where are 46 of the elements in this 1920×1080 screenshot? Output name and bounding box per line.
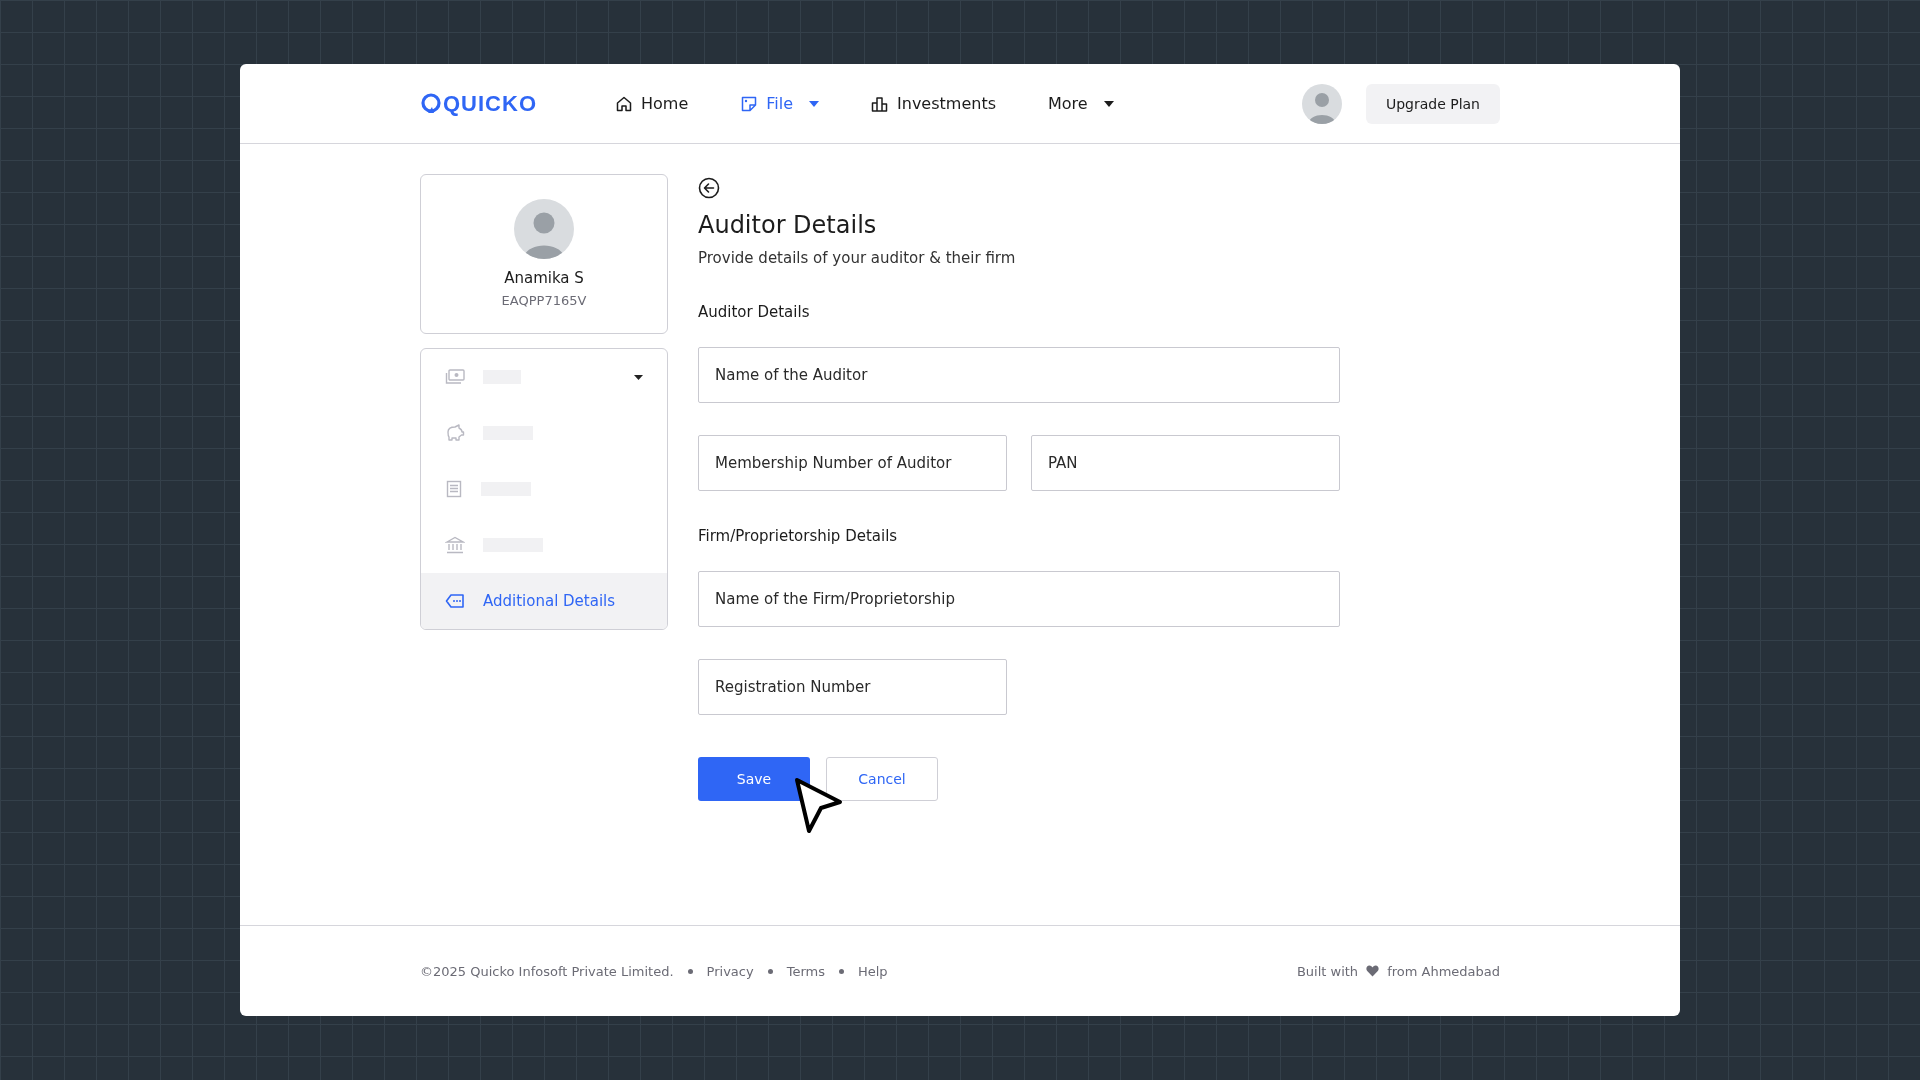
footer-link[interactable]: Help — [857, 963, 888, 979]
sidebar-item[interactable]: Additional Details — [421, 573, 667, 629]
input-field[interactable]: Name of the Firm/Proprietorship — [698, 571, 1340, 627]
piggy-bank-icon — [445, 424, 465, 442]
bullet-icon — [687, 968, 693, 974]
bullet-icon — [838, 968, 844, 974]
built-with-text: Built with — [1296, 963, 1359, 979]
document-icon — [445, 480, 463, 498]
bar-chart-icon — [871, 94, 890, 113]
avatar[interactable] — [1301, 83, 1342, 124]
heart-icon — [1366, 965, 1380, 977]
upgrade-plan-button[interactable]: Upgrade Plan — [1365, 83, 1500, 124]
built-from-text: from Ahmedabad — [1387, 963, 1500, 979]
profile-name: Anamika S — [504, 269, 584, 287]
section-heading: Firm/Proprietorship Details — [698, 527, 899, 545]
logo[interactable]: QUICKO — [420, 90, 537, 117]
avatar — [514, 199, 574, 259]
input-field[interactable]: Membership Number of Auditor — [698, 435, 1007, 491]
nav-link[interactable]: File — [740, 94, 820, 113]
bullet-icon — [767, 968, 773, 974]
page-subtitle: Provide details of your auditor & their firm — [698, 249, 1016, 267]
footer-link[interactable]: Terms — [786, 963, 825, 979]
profile-pan: EAQPP7165V — [501, 293, 587, 308]
banknote-icon — [445, 368, 465, 386]
home-icon — [615, 94, 633, 113]
footer-link[interactable]: Privacy — [706, 963, 754, 979]
section-heading: Auditor Details — [698, 303, 811, 321]
save-button[interactable]: Save — [698, 757, 810, 801]
logo-text: QUICKO — [443, 90, 537, 117]
caret-icon — [1103, 100, 1114, 107]
input-field[interactable]: PAN — [1031, 435, 1340, 491]
nav-link[interactable]: More — [1048, 94, 1114, 113]
page-title: Auditor Details — [698, 211, 877, 239]
caret-icon — [809, 100, 820, 107]
cancel-button[interactable]: Cancel — [826, 757, 938, 801]
tag-icon — [445, 593, 465, 609]
input-field[interactable]: Name of the Auditor — [698, 347, 1340, 403]
pointer-cursor-icon — [794, 777, 844, 835]
caret-icon — [634, 374, 643, 380]
bank-icon — [445, 536, 465, 554]
nav-link[interactable]: Investments — [871, 94, 996, 113]
note-icon — [740, 94, 759, 113]
input-field[interactable]: Registration Number — [698, 659, 1007, 715]
logo-q-icon — [420, 92, 442, 115]
copyright-text: ©2025 Quicko Infosoft Private Limited. — [420, 963, 674, 979]
nav-link[interactable]: Home — [615, 94, 689, 113]
